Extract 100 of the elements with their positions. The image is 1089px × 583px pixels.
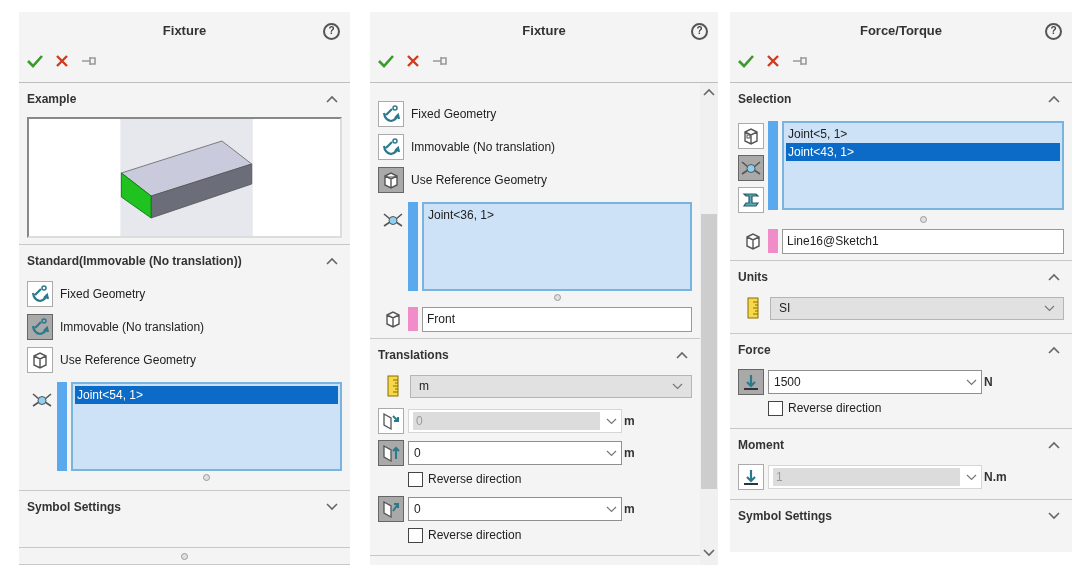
caret-icon — [672, 382, 683, 390]
unit-label: m — [624, 501, 635, 518]
resize-handle[interactable] — [181, 552, 188, 560]
help-button[interactable]: ? — [323, 22, 340, 40]
chevron-down-icon[interactable] — [703, 549, 715, 557]
panel-title: Fixture — [522, 22, 566, 41]
cube-icon — [741, 126, 761, 146]
section-title: Symbol Settings — [738, 508, 832, 525]
joint-icon — [31, 392, 53, 408]
plane-arrow-icon — [381, 411, 401, 431]
ruler-icon — [387, 375, 399, 397]
force-arrow-icon — [742, 373, 760, 391]
chevron-up-icon[interactable] — [676, 351, 688, 359]
list-item[interactable]: Joint<5, 1> — [786, 125, 1060, 143]
caret-icon — [606, 417, 617, 425]
cancel-icon[interactable] — [55, 54, 69, 68]
caret-icon — [966, 378, 977, 386]
chevron-down-icon[interactable] — [326, 503, 338, 511]
units-dropdown[interactable]: SI — [770, 296, 1064, 320]
selection-list[interactable]: Joint<54, 1> — [71, 382, 342, 471]
option-label: Immovable (No translation) — [60, 318, 205, 336]
anchor-icon — [381, 103, 401, 124]
text-field[interactable]: Front — [422, 306, 692, 332]
resize-handle[interactable] — [203, 474, 210, 481]
option-label: Use Reference Geometry — [411, 171, 548, 189]
fixture-type-button[interactable] — [27, 313, 53, 340]
beam-icon — [741, 190, 761, 210]
chevron-up-icon[interactable] — [1048, 273, 1060, 281]
value-field[interactable]: 0 — [408, 441, 622, 465]
fixture-type-button[interactable] — [27, 346, 53, 373]
plane-arrow-icon — [381, 499, 401, 519]
unit-label: m — [624, 413, 635, 430]
chevron-up-icon[interactable] — [703, 88, 715, 96]
caret-icon — [966, 473, 977, 481]
list-item[interactable]: Joint<43, 1> — [786, 143, 1060, 161]
chevron-up-icon[interactable] — [1048, 441, 1060, 449]
text-field[interactable]: Line16@Sketch1 — [782, 228, 1064, 254]
filter-button[interactable] — [738, 187, 764, 213]
scrollbar-thumb[interactable] — [701, 214, 717, 489]
fixture-type-button[interactable] — [27, 280, 53, 307]
fixture-type-button[interactable] — [378, 133, 404, 160]
ruler-icon — [747, 297, 759, 319]
option-label: Immovable (No translation) — [411, 138, 556, 156]
checkbox[interactable] — [408, 527, 423, 543]
fixture-type-button[interactable] — [378, 166, 404, 193]
option-label: Fixed Geometry — [60, 285, 146, 303]
section-title: Units — [738, 269, 768, 286]
chevron-up-icon[interactable] — [326, 95, 338, 103]
direction-button[interactable] — [378, 440, 404, 466]
direction-button[interactable] — [378, 496, 404, 522]
ok-icon[interactable] — [738, 54, 754, 68]
checkbox-label: Reverse direction — [428, 527, 522, 544]
ok-icon[interactable] — [27, 54, 43, 68]
selection-list[interactable]: Joint<36, 1> — [422, 202, 692, 291]
value-field[interactable]: 1500 — [768, 370, 982, 394]
checkbox[interactable] — [408, 471, 423, 487]
fixture-type-button[interactable] — [378, 100, 404, 127]
unit-label: N.m — [984, 469, 1007, 486]
anchor-icon — [30, 283, 50, 304]
list-item[interactable]: Joint<36, 1> — [426, 206, 688, 224]
chevron-up-icon[interactable] — [1048, 95, 1060, 103]
section-title: Example — [27, 91, 77, 108]
cube-icon — [383, 309, 403, 329]
unit-label: N — [984, 374, 993, 391]
option-label: Use Reference Geometry — [60, 351, 197, 369]
section-title: Selection — [738, 91, 792, 108]
scrollbar[interactable] — [700, 83, 718, 565]
section-title: Translations — [378, 347, 449, 364]
joint-icon — [740, 160, 762, 176]
section-title: Moment — [738, 437, 784, 454]
checkbox[interactable] — [768, 400, 783, 416]
chevron-down-icon[interactable] — [1048, 512, 1060, 520]
filter-button[interactable] — [738, 155, 764, 181]
cube-icon — [381, 169, 401, 190]
units-dropdown[interactable]: m — [410, 374, 692, 398]
caret-icon — [606, 449, 617, 457]
plane-arrow-icon — [381, 443, 401, 463]
ok-icon[interactable] — [378, 54, 394, 68]
checkbox-label: Reverse direction — [788, 400, 882, 417]
help-button[interactable]: ? — [691, 22, 708, 40]
resize-handle[interactable] — [553, 294, 561, 301]
section-title: Symbol Settings — [27, 499, 121, 516]
value-field[interactable]: 0 — [408, 497, 622, 521]
panel-title: Fixture — [162, 22, 207, 41]
anchor-icon — [381, 136, 401, 157]
checkbox-label: Reverse direction — [428, 471, 522, 488]
chevron-up-icon[interactable] — [1048, 346, 1060, 354]
resize-handle[interactable] — [919, 216, 927, 223]
chevron-up-icon[interactable] — [326, 257, 338, 265]
joint-icon — [382, 212, 404, 228]
force-arrow-icon — [742, 468, 760, 486]
unit-label: m — [624, 445, 635, 462]
cancel-icon[interactable] — [766, 54, 780, 68]
filter-button[interactable] — [738, 123, 764, 149]
help-button[interactable]: ? — [1045, 22, 1062, 40]
selection-list[interactable]: Joint<5, 1> Joint<43, 1> — [782, 121, 1064, 210]
list-item[interactable]: Joint<54, 1> — [75, 386, 338, 404]
direction-button[interactable] — [738, 369, 764, 395]
option-label: Fixed Geometry — [411, 105, 497, 123]
cancel-icon[interactable] — [406, 54, 420, 68]
